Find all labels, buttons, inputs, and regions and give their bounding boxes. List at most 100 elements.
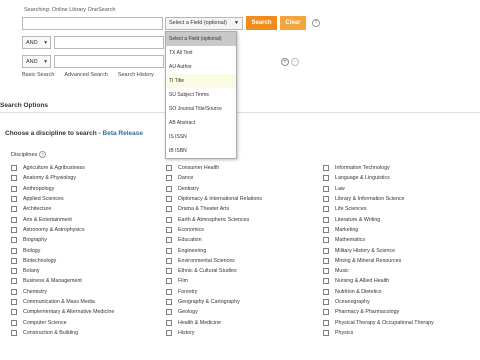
discipline-item[interactable]: Health & Medicine (166, 317, 262, 327)
basic-search-link[interactable]: Basic Search (22, 72, 54, 78)
discipline-item[interactable]: Architecture (11, 204, 114, 214)
discipline-checkbox[interactable] (166, 299, 172, 305)
discipline-item[interactable]: Agriculture & Agribusiness (11, 163, 114, 173)
discipline-item[interactable]: Life Sciences (323, 204, 434, 214)
discipline-checkbox[interactable] (11, 278, 17, 285)
discipline-item[interactable]: Chemistry (11, 287, 114, 297)
discipline-checkbox[interactable] (323, 319, 329, 326)
discipline-checkbox[interactable] (166, 216, 172, 223)
discipline-checkbox[interactable] (323, 247, 329, 254)
discipline-checkbox[interactable] (11, 196, 17, 203)
discipline-checkbox[interactable] (166, 257, 172, 264)
discipline-checkbox[interactable] (11, 319, 17, 326)
discipline-item[interactable]: Economics (166, 225, 262, 235)
discipline-checkbox[interactable] (11, 247, 17, 254)
discipline-item[interactable]: Construction & Building (11, 328, 114, 338)
discipline-checkbox[interactable] (166, 175, 172, 182)
discipline-item[interactable]: Engineering (166, 245, 262, 255)
discipline-checkbox[interactable] (323, 216, 329, 223)
discipline-checkbox[interactable] (323, 226, 329, 233)
add-row-button[interactable]: + (281, 57, 289, 66)
operator-select-3[interactable]: AND ▾ (22, 55, 51, 68)
discipline-item[interactable]: Consumer Health (166, 163, 262, 173)
discipline-item[interactable]: Earth & Atmospheric Sciences (166, 214, 262, 224)
discipline-checkbox[interactable] (323, 278, 329, 285)
discipline-item[interactable]: Dentistry (166, 184, 262, 194)
discipline-item[interactable]: Dance (166, 173, 262, 183)
operator-select-2[interactable]: AND ▾ (22, 36, 51, 49)
discipline-checkbox[interactable] (166, 247, 172, 254)
discipline-checkbox[interactable] (166, 226, 172, 233)
discipline-item[interactable]: Film (166, 276, 262, 286)
discipline-checkbox[interactable] (11, 185, 17, 192)
dropdown-option[interactable]: SO Journal Title/Source (166, 102, 236, 116)
beta-release-link[interactable]: Beta Release (103, 130, 143, 137)
discipline-item[interactable]: Environmental Sciences (166, 256, 262, 266)
discipline-item[interactable]: Mining & Mineral Resources (323, 256, 434, 266)
discipline-item[interactable]: Biology (11, 245, 114, 255)
discipline-item[interactable]: Forestry (166, 287, 262, 297)
search-history-link[interactable]: Search History (118, 72, 154, 78)
discipline-checkbox[interactable] (166, 278, 172, 285)
discipline-checkbox[interactable] (11, 299, 17, 305)
discipline-item[interactable]: Biotechnology (11, 256, 114, 266)
discipline-item[interactable]: Biography (11, 235, 114, 245)
discipline-item[interactable]: Communication & Mass Media (11, 297, 114, 307)
dropdown-option[interactable]: SU Subject Terms (166, 88, 236, 102)
discipline-item[interactable]: Astronomy & Astrophysics (11, 225, 114, 235)
discipline-checkbox[interactable] (166, 185, 172, 192)
discipline-item[interactable]: Literature & Writing (323, 214, 434, 224)
discipline-checkbox[interactable] (323, 268, 329, 275)
discipline-item[interactable]: Drama & Theater Arts (166, 204, 262, 214)
discipline-item[interactable]: Geology (166, 307, 262, 317)
discipline-checkbox[interactable] (11, 257, 17, 264)
discipline-checkbox[interactable] (11, 309, 17, 316)
discipline-item[interactable]: Nutrition & Dietetics (323, 287, 434, 297)
discipline-item[interactable]: Applied Sciences (11, 194, 114, 204)
help-icon[interactable]: ? (312, 19, 320, 27)
remove-row-button[interactable]: − (291, 57, 299, 66)
discipline-checkbox[interactable] (11, 329, 17, 336)
discipline-item[interactable]: Library & Information Science (323, 194, 434, 204)
discipline-item[interactable]: Education (166, 235, 262, 245)
discipline-checkbox[interactable] (323, 299, 329, 305)
discipline-checkbox[interactable] (323, 185, 329, 192)
discipline-checkbox[interactable] (323, 206, 329, 213)
discipline-item[interactable]: Military History & Science (323, 245, 434, 255)
discipline-item[interactable]: Botany (11, 266, 114, 276)
discipline-item[interactable]: Language & Linguistics (323, 173, 434, 183)
discipline-item[interactable]: Arts & Entertainment (11, 214, 114, 224)
dropdown-option[interactable]: IS ISSN (166, 130, 236, 144)
discipline-checkbox[interactable] (323, 196, 329, 203)
discipline-item[interactable]: Ethnic & Cultural Studies (166, 266, 262, 276)
discipline-item[interactable]: Complementary & Alternative Medicine (11, 307, 114, 317)
discipline-checkbox[interactable] (323, 309, 329, 316)
discipline-item[interactable]: Physics (323, 328, 434, 338)
discipline-item[interactable]: Marketing (323, 225, 434, 235)
discipline-checkbox[interactable] (166, 288, 172, 295)
discipline-checkbox[interactable] (323, 257, 329, 264)
discipline-checkbox[interactable] (323, 165, 329, 172)
discipline-checkbox[interactable] (323, 237, 329, 244)
discipline-checkbox[interactable] (11, 268, 17, 275)
discipline-checkbox[interactable] (11, 165, 17, 172)
discipline-item[interactable]: Oceanography (323, 297, 434, 307)
discipline-checkbox[interactable] (166, 165, 172, 172)
discipline-checkbox[interactable] (166, 237, 172, 244)
dropdown-option[interactable]: AB Abstract (166, 116, 236, 130)
search-button[interactable]: Search (246, 16, 277, 30)
clear-button[interactable]: Clear (280, 16, 306, 30)
dropdown-option[interactable]: AU Author (166, 60, 236, 74)
discipline-checkbox[interactable] (323, 329, 329, 336)
discipline-checkbox[interactable] (166, 196, 172, 203)
dropdown-option[interactable]: Select a Field (optional) (166, 32, 236, 46)
discipline-item[interactable]: Computer Science (11, 317, 114, 327)
discipline-item[interactable]: Geography & Cartography (166, 297, 262, 307)
discipline-checkbox[interactable] (166, 319, 172, 326)
discipline-checkbox[interactable] (11, 226, 17, 233)
discipline-checkbox[interactable] (11, 288, 17, 295)
search-input-1[interactable] (22, 16, 163, 30)
discipline-checkbox[interactable] (323, 288, 329, 295)
dropdown-option[interactable]: TI Title (166, 74, 236, 88)
discipline-item[interactable]: Law (323, 184, 434, 194)
